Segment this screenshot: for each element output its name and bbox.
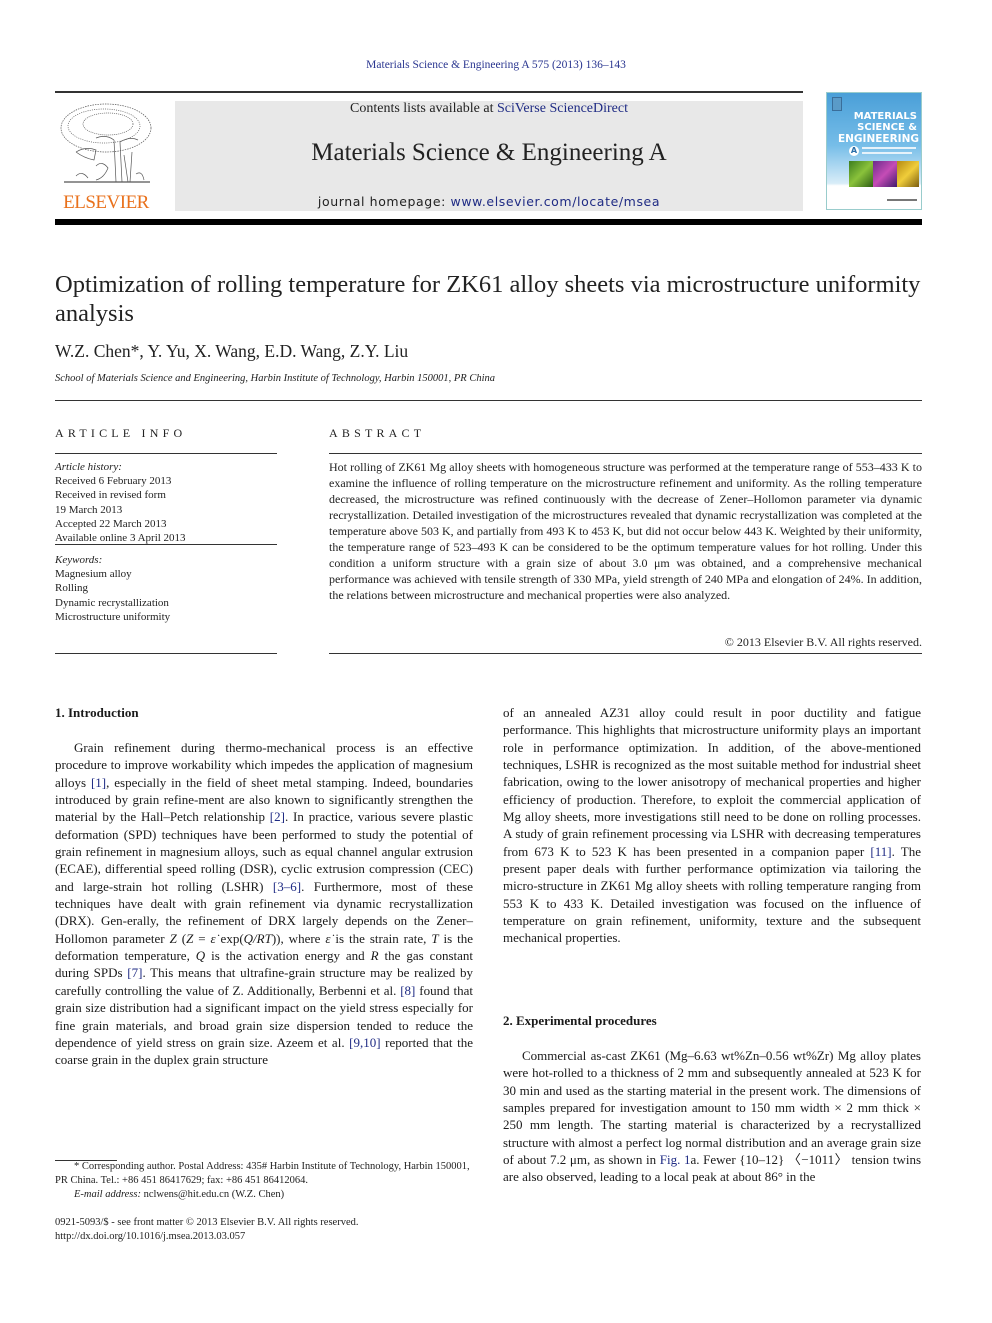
- cover-image-purple: [873, 161, 897, 187]
- paragraph: of an annealed AZ31 alloy could result i…: [503, 705, 921, 946]
- reference-link[interactable]: [11]: [870, 844, 891, 859]
- reference-link[interactable]: [1]: [91, 775, 106, 790]
- cover-subtitle-bar: [862, 147, 916, 149]
- journal-cover-thumbnail[interactable]: MATERIALS SCIENCE & ENGINEERING A: [826, 92, 922, 210]
- math-symbol: Z: [186, 930, 194, 946]
- title-divider: [55, 400, 922, 401]
- article-history-label: Article history:: [55, 461, 122, 473]
- right-column-top: of an annealed AZ31 alloy could result i…: [503, 704, 921, 947]
- affiliation: School of Materials Science and Engineer…: [55, 373, 495, 384]
- math-symbol: ε̇: [325, 930, 331, 946]
- history-item: 19 March 2013: [55, 503, 123, 516]
- contents-availability: Contents lists available at SciVerse Sci…: [175, 101, 803, 117]
- history-item: Received 6 February 2013: [55, 475, 172, 488]
- cover-title-line2: SCIENCE &: [857, 122, 917, 133]
- cover-letter: A: [850, 146, 858, 155]
- article-info-rule: [55, 453, 277, 454]
- abstract-rule: [329, 453, 922, 454]
- issn-line: 0921-5093/$ - see front matter © 2013 El…: [55, 1217, 359, 1228]
- corresponding-author-footnote: * Corresponding author. Postal Address: …: [55, 1160, 473, 1202]
- email-line: E-mail address: nclwens@hit.edu.cn (W.Z.…: [55, 1188, 473, 1202]
- cover-elsevier-mark-icon: [832, 97, 842, 111]
- history-item: Accepted 22 March 2013: [55, 517, 167, 530]
- journal-title: Materials Science & Engineering A: [311, 139, 667, 166]
- header-top-rule: [55, 91, 803, 93]
- reference-link[interactable]: [2]: [270, 809, 285, 824]
- paragraph: Commercial as-cast ZK61 (Mg–6.63 wt%Zn–0…: [503, 1048, 921, 1185]
- reference-link[interactable]: [3–6]: [273, 879, 301, 894]
- sciencedirect-link[interactable]: SciVerse ScienceDirect: [497, 101, 628, 116]
- article-info-heading: ARTICLE INFO: [55, 426, 187, 440]
- section-heading-introduction: 1. Introduction: [55, 705, 139, 720]
- article-info-rule: [55, 544, 277, 545]
- keywords: Keywords: Magnesium alloy Rolling Dynami…: [55, 553, 170, 624]
- cover-image-green: [849, 161, 873, 187]
- math-symbol: Z: [169, 930, 177, 946]
- keyword-item: Microstructure uniformity: [55, 610, 171, 623]
- math-symbol: T: [431, 930, 439, 946]
- reference-link[interactable]: [7]: [127, 965, 142, 980]
- cover-footer-bar: [887, 199, 917, 201]
- math-symbol: ε̇: [210, 930, 216, 946]
- abstract-copyright: © 2013 Elsevier B.V. All rights reserved…: [724, 635, 922, 649]
- history-item: Received in revised form: [55, 489, 166, 502]
- email-label: E-mail address:: [74, 1189, 141, 1200]
- header-bottom-bar: [55, 219, 922, 225]
- cover-title-line1: MATERIALS: [853, 111, 917, 122]
- abstract-text: Hot rolling of ZK61 Mg alloy sheets with…: [329, 460, 922, 602]
- cover-series-badge: A: [849, 146, 859, 156]
- journal-citation[interactable]: Materials Science & Engineering A 575 (2…: [0, 59, 992, 71]
- cover-image-yellow: [897, 161, 919, 187]
- front-matter: 0921-5093/$ - see front matter © 2013 El…: [55, 1216, 358, 1244]
- math-symbol: R: [370, 948, 379, 964]
- math-symbol: Q/RT: [243, 930, 272, 946]
- email-address[interactable]: nclwens@hit.edu.cn (W.Z. Chen): [141, 1189, 285, 1200]
- reference-link[interactable]: [8]: [400, 983, 415, 998]
- doi-link[interactable]: http://dx.doi.org/10.1016/j.msea.2013.03…: [55, 1230, 358, 1244]
- elsevier-tree-icon: [60, 103, 152, 183]
- article-info-rule: [55, 653, 277, 654]
- homepage-prefix: journal homepage:: [317, 194, 451, 209]
- keyword-item: Dynamic recrystallization: [55, 596, 169, 609]
- journal-homepage: journal homepage: www.elsevier.com/locat…: [175, 194, 803, 209]
- section-heading-experimental: 2. Experimental procedures: [503, 1013, 657, 1028]
- reference-link[interactable]: Fig. 1: [660, 1152, 691, 1167]
- elsevier-wordmark: ELSEVIER: [63, 192, 149, 213]
- abstract-rule: [329, 653, 922, 654]
- paper-title: Optimization of rolling temperature for …: [55, 271, 921, 327]
- author-list[interactable]: W.Z. Chen*, Y. Yu, X. Wang, E.D. Wang, Z…: [55, 341, 408, 362]
- cover-subtitle-bar: [862, 152, 912, 154]
- keywords-label: Keywords:: [55, 554, 103, 566]
- left-column: Grain refinement during thermo-mechanica…: [55, 739, 473, 1069]
- paragraph: Grain refinement during thermo-mechanica…: [55, 740, 474, 1068]
- keyword-item: Magnesium alloy: [55, 568, 132, 581]
- elsevier-logo[interactable]: ELSEVIER: [54, 100, 158, 213]
- abstract-heading: ABSTRACT: [329, 426, 426, 440]
- corresponding-author-note: * Corresponding author. Postal Address: …: [55, 1161, 470, 1186]
- keyword-item: Rolling: [55, 582, 89, 595]
- reference-link[interactable]: [9,10]: [349, 1035, 380, 1050]
- article-history: Article history: Received 6 February 201…: [55, 460, 186, 545]
- homepage-link[interactable]: www.elsevier.com/locate/msea: [451, 194, 661, 209]
- right-column-bottom: Commercial as-cast ZK61 (Mg–6.63 wt%Zn–0…: [503, 1047, 921, 1186]
- math-symbol: Q: [195, 948, 206, 964]
- contents-prefix: Contents lists available at: [350, 101, 497, 116]
- cover-title-line3: ENGINEERING: [837, 133, 919, 145]
